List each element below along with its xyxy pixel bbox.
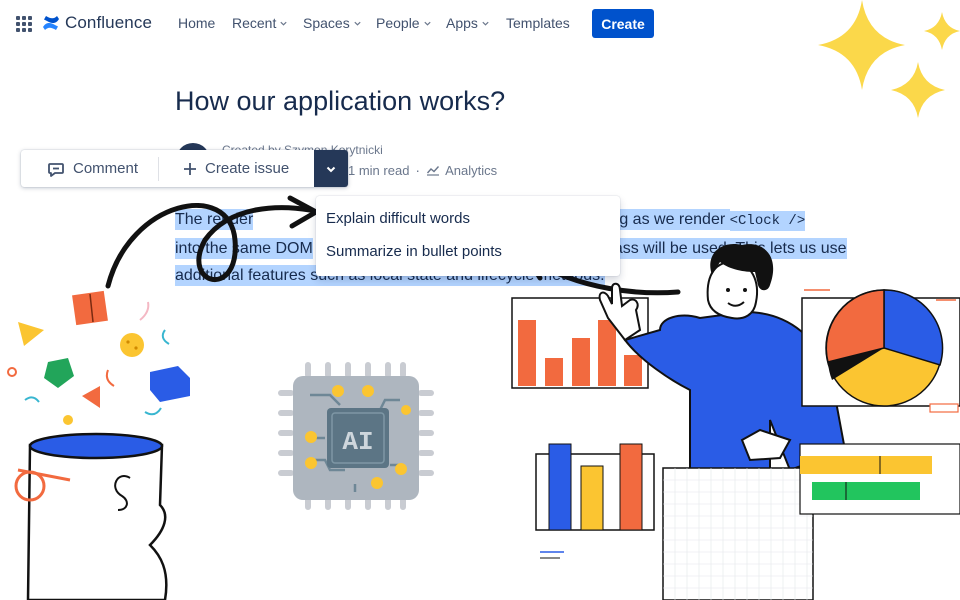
toolbar-more-dropdown[interactable] [314, 150, 348, 187]
page-title: How our application works? [175, 86, 506, 116]
head-illustration [14, 432, 168, 600]
selected-text[interactable]: into the same DOM [175, 238, 313, 259]
chip-label: AI [342, 427, 373, 457]
horizontal-bar-illustration [799, 443, 960, 515]
bar-chart-illustration [535, 443, 655, 559]
nav-people[interactable]: People [376, 15, 432, 31]
analytics-chart-icon [427, 166, 440, 176]
chevron-down-icon [280, 21, 287, 26]
menu-item-summarize[interactable]: Summarize in bullet points [316, 235, 620, 268]
create-button[interactable]: Create [592, 9, 654, 38]
comment-button[interactable]: Comment [21, 150, 158, 187]
read-time: 1 min read [348, 162, 410, 178]
nav-templates[interactable]: Templates [506, 15, 570, 31]
nav-apps[interactable]: Apps [446, 15, 490, 31]
chevron-down-icon [423, 21, 431, 26]
ai-actions-menu: Explain difficult words Summarize in bul… [316, 196, 620, 276]
plus-icon [184, 162, 197, 175]
analytics-label: Analytics [445, 162, 498, 178]
chevron-down-icon [354, 21, 361, 26]
inline-code[interactable]: <Clock /> [729, 211, 806, 231]
inline-comment-toolbar: Comment Create issue [21, 150, 348, 187]
nav-home-label: Home [178, 15, 216, 31]
confluence-logo-icon [43, 16, 59, 30]
top-navigation: Confluence Home Recent Spaces People App… [0, 0, 960, 48]
comment-icon [48, 162, 64, 177]
nav-spaces-label: Spaces [303, 15, 350, 31]
selected-text[interactable]: class will be used. This lets us use [597, 238, 847, 259]
nav-recent[interactable]: Recent [232, 15, 288, 31]
confluence-logo[interactable]: Confluence [42, 12, 152, 34]
analytics-link[interactable]: Analytics [426, 163, 497, 178]
nav-spaces[interactable]: Spaces [303, 15, 362, 31]
confetti-shapes [7, 290, 190, 425]
app-name: Confluence [65, 13, 153, 32]
app-switcher-grid-icon[interactable] [16, 16, 32, 32]
nav-home[interactable]: Home [178, 15, 215, 31]
selected-text[interactable]: The render [175, 209, 254, 230]
create-issue-label: Create issue [205, 160, 290, 177]
presenter-illustration [598, 244, 847, 600]
bar-chart-illustration [511, 297, 649, 389]
chevron-down-icon [326, 166, 336, 172]
comment-label: Comment [73, 160, 139, 177]
meta-separator: · [415, 162, 421, 178]
page-meta: 1 min read · Analytics [348, 162, 497, 178]
ai-chip-illustration: AI [278, 362, 434, 510]
nav-recent-label: Recent [232, 15, 277, 31]
menu-item-explain-words[interactable]: Explain difficult words [316, 202, 620, 235]
chevron-down-icon [482, 21, 489, 26]
create-issue-button[interactable]: Create issue [159, 150, 301, 187]
nav-templates-label: Templates [506, 15, 570, 31]
nav-apps-label: Apps [446, 15, 478, 31]
nav-people-label: People [376, 15, 420, 31]
pie-chart-illustration [801, 289, 960, 413]
